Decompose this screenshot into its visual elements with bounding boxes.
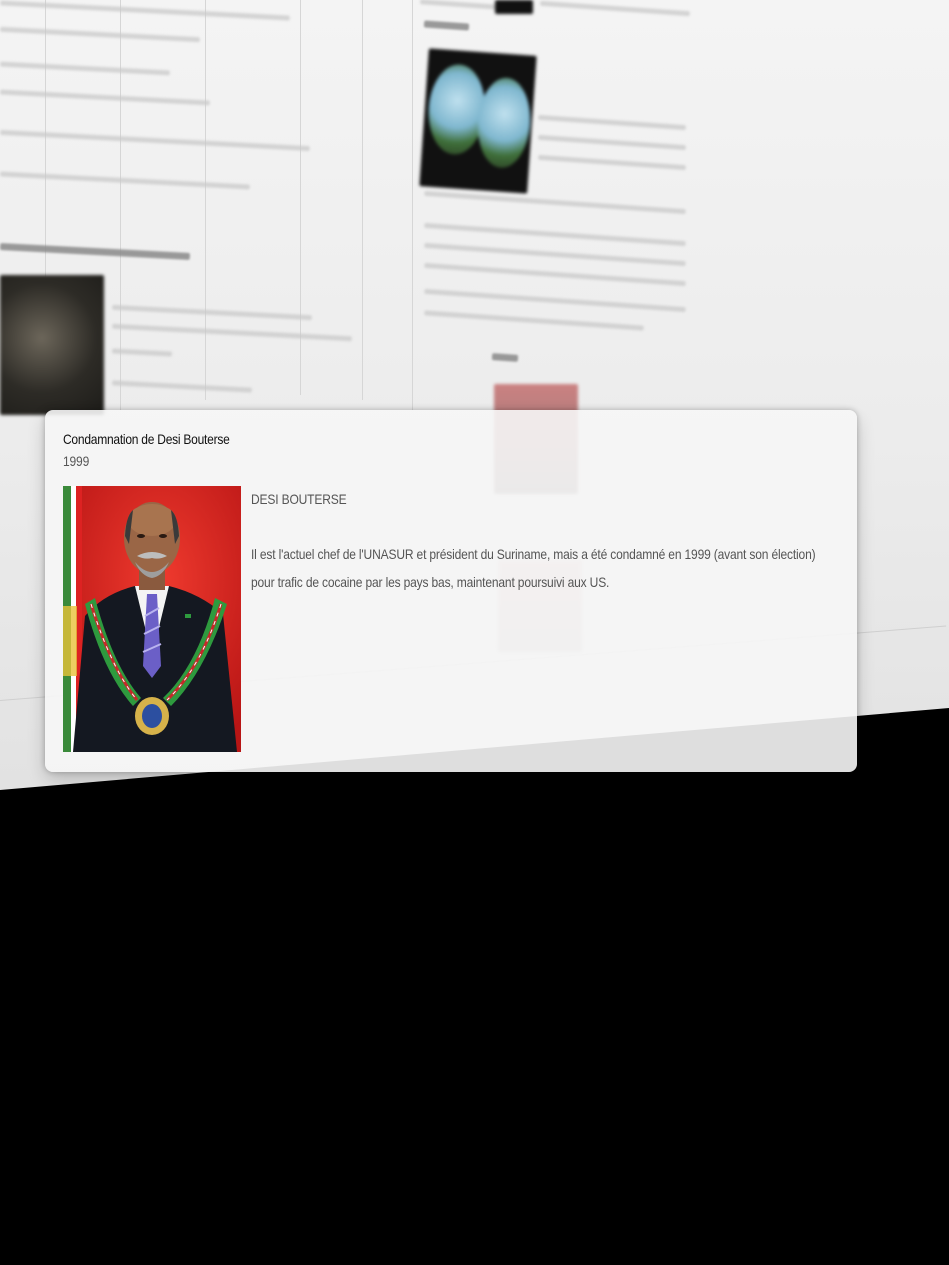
background-text-line: [0, 26, 200, 43]
background-text-line: [111, 380, 253, 393]
background-text-line: [0, 61, 171, 76]
event-year: 1999: [63, 453, 90, 469]
background-text-line: [0, 0, 290, 21]
background-text-line: [540, 0, 690, 17]
background-text-line: [424, 288, 686, 313]
background-text-line: [112, 304, 312, 321]
background-text-line: [419, 0, 501, 10]
background-text-line: [424, 242, 686, 267]
background-text-line: [424, 310, 644, 331]
background-binocular-photo: [419, 48, 537, 194]
background-text-line: [424, 222, 686, 247]
background-text-line: [538, 134, 686, 151]
background-photo: [495, 0, 533, 14]
background-text-line: [0, 171, 250, 190]
event-detail-card: Condamnation de Desi Bouterse 1999 DESI …: [45, 410, 857, 772]
portrait-photo: [63, 486, 241, 752]
background-heading: [423, 20, 470, 31]
timeline-column-divider: [362, 0, 363, 400]
timeline-column-divider: [205, 0, 206, 400]
timeline-column-divider: [412, 0, 413, 410]
background-text-line: [424, 190, 686, 215]
event-heading: DESI BOUTERSE: [251, 491, 347, 507]
background-text-line: [0, 89, 210, 106]
background-heading: [0, 243, 191, 260]
background-photo: [0, 275, 104, 415]
background-heading: [491, 353, 519, 362]
background-text-line: [424, 262, 686, 287]
background-text-line: [538, 114, 686, 131]
background-text-line: [538, 154, 686, 171]
background-text-line: [0, 129, 310, 152]
background-text-line: [112, 323, 352, 342]
event-title: Condamnation de Desi Bouterse: [63, 431, 230, 447]
event-description: Il est l'actuel chef de l'UNASUR et prés…: [251, 546, 816, 590]
